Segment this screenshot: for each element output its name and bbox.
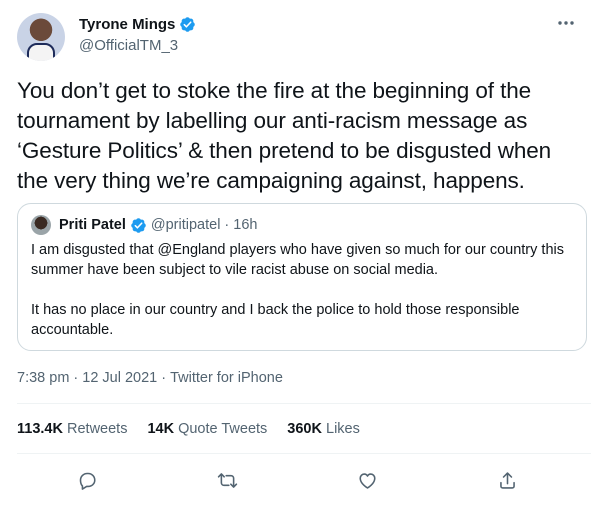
reply-button[interactable] [70,463,104,497]
retweets-label: Retweets [67,421,128,437]
tweet-timestamp: 7:38 pm · 12 Jul 2021 · Twitter for iPho… [17,370,283,386]
share-button[interactable] [490,463,524,497]
retweets-count: 113.4K [17,421,63,437]
more-options-button[interactable] [555,12,577,34]
quoted-paragraph-2: It has no place in our country and I bac… [31,302,520,338]
verified-icon [131,217,146,233]
quote-tweets-count: 14K [147,421,175,437]
author-display-name[interactable]: Tyrone Mings [79,16,175,33]
author-handle[interactable]: @OfficialTM_3 [79,37,178,54]
retweet-button[interactable] [210,463,244,497]
divider [17,403,591,404]
quoted-author-name: Priti Patel [59,217,126,233]
tweet-date[interactable]: 12 Jul 2021 [82,370,157,386]
quoted-tweet-text: I am disgusted that @England players who… [31,240,576,360]
tweet-source[interactable]: Twitter for iPhone [170,370,283,386]
like-button[interactable] [350,463,384,497]
tweet-text: You don’t get to stoke the fire at the b… [17,78,552,193]
divider [17,453,591,454]
author-avatar[interactable] [17,13,65,61]
quoted-tweet-age: 16h [233,217,258,233]
tweet-stats: 113.4K Retweets 14K Quote Tweets 360K Li… [17,421,360,437]
quote-tweets-label: Quote Tweets [178,421,268,437]
tweet-actions [17,463,577,497]
quoted-tweet[interactable]: Priti Patel @pritipatel · 16h I am disgu… [17,203,587,351]
like-icon [358,472,376,489]
more-icon [558,21,574,25]
timestamp-separator: · [161,370,167,386]
quoted-author-avatar [31,215,51,235]
likes-label: Likes [326,421,360,437]
timestamp-separator: · [73,370,79,386]
quote-tweets-stat[interactable]: 14K Quote Tweets [147,421,267,437]
reply-icon [79,472,96,490]
share-icon [499,471,515,489]
author-name-row: Tyrone Mings [79,16,196,33]
quoted-paragraph-1: I am disgusted that @England players who… [31,242,564,278]
likes-stat[interactable]: 360K Likes [287,421,360,437]
tweet-time[interactable]: 7:38 pm [17,370,69,386]
tweet-card: Tyrone Mings @OfficialTM_3 You don’t get… [0,0,591,512]
quoted-meta-separator: · [224,217,230,233]
verified-icon [180,17,196,32]
likes-count: 360K [287,421,322,437]
retweet-icon [217,472,237,488]
quoted-author-handle: @pritipatel [150,217,221,233]
quoted-tweet-header: Priti Patel @pritipatel · 16h [31,215,257,235]
retweets-stat[interactable]: 113.4K Retweets [17,421,127,437]
